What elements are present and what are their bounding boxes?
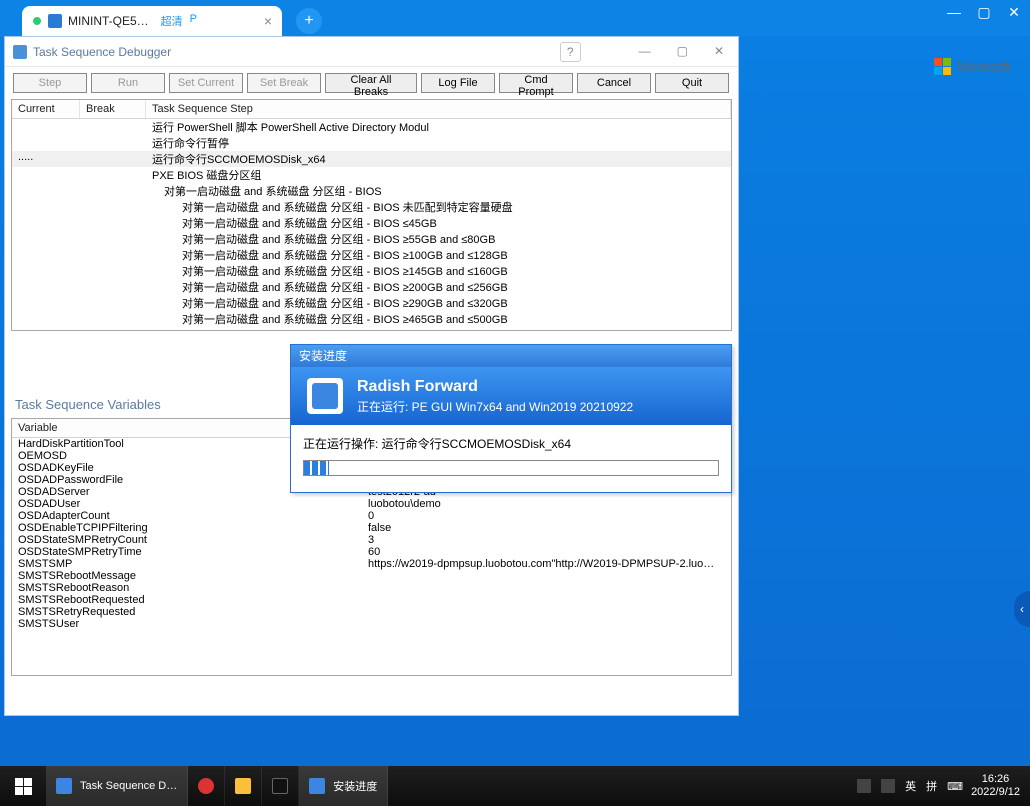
col-current[interactable]: Current — [12, 100, 80, 118]
sequence-row[interactable]: 对第一启动磁盘 and 系统磁盘 分区组 - BIOS ≥465GB and ≤… — [12, 311, 731, 327]
ime-lang[interactable]: 英 — [905, 778, 916, 794]
variable-row[interactable]: SMSTSRebootReason — [12, 582, 731, 594]
sequence-list[interactable]: 运行 PowerShell 脚本 PowerShell Active Direc… — [12, 119, 731, 327]
app-icon — [56, 778, 72, 794]
sequence-row[interactable]: 运行 PowerShell 脚本 PowerShell Active Direc… — [12, 119, 731, 135]
microsoft-logo-icon — [934, 58, 951, 75]
sequence-row[interactable]: 对第一启动磁盘 and 系统磁盘 分区组 - BIOS ≥145GB and ≤… — [12, 263, 731, 279]
taskbar: Task Sequence D… 安装进度 英 拼 ⌨ 16:26 2022/9… — [0, 766, 1030, 806]
variable-row[interactable]: SMSTSRetryRequested — [12, 606, 731, 618]
tab-close-icon[interactable]: × — [264, 13, 272, 29]
browser-tab[interactable]: MININT-QE5… 超清 P × — [22, 6, 282, 36]
quality-badge: 超清 — [161, 13, 183, 29]
tab-title: MININT-QE5… — [68, 14, 149, 28]
favicon — [48, 14, 62, 28]
taskbar-app-label: 安装进度 — [333, 778, 377, 794]
minimize-icon[interactable]: — — [944, 4, 964, 20]
close-icon[interactable]: ✕ — [1004, 4, 1024, 20]
log-file-button[interactable]: Log File — [421, 73, 495, 93]
variable-row[interactable]: SMSTSRebootMessage — [12, 570, 731, 582]
start-button[interactable] — [0, 766, 46, 806]
variable-row[interactable]: OSDAdapterCount0 — [12, 510, 731, 522]
taskbar-app-progress[interactable]: 安装进度 — [299, 766, 388, 806]
windows-logo-icon — [15, 778, 32, 795]
taskbar-app-explorer[interactable] — [225, 766, 262, 806]
sequence-panel: Current Break Task Sequence Step 运行 Powe… — [11, 99, 732, 331]
installer-icon — [309, 778, 325, 794]
help-button[interactable]: ? — [560, 42, 581, 62]
col-step[interactable]: Task Sequence Step — [146, 100, 731, 118]
window-close-icon[interactable]: ✕ — [708, 42, 730, 62]
clear-breaks-button[interactable]: Clear All Breaks — [325, 73, 417, 93]
banner-heading: Radish Forward — [357, 378, 633, 396]
clock-time: 16:26 — [971, 773, 1020, 786]
sequence-row[interactable]: 对第一启动磁盘 and 系统磁盘 分区组 - BIOS ≥100GB and ≤… — [12, 247, 731, 263]
banner-subtitle: 正在运行: PE GUI Win7x64 and Win2019 2021092… — [357, 398, 633, 415]
remote-desktop: Microsoft DiskGenius ToDesk_Lit… 免费版64位 … — [0, 36, 1030, 766]
sequence-row[interactable]: 对第一启动磁盘 and 系统磁盘 分区组 - BIOS 未匹配到特定容量硬盘 — [12, 199, 731, 215]
clock-date: 2022/9/12 — [971, 786, 1020, 799]
side-handle[interactable]: ‹ — [1014, 591, 1030, 627]
variable-row[interactable]: SMSTSMPhttps://w2019-dpmpsup.luobotou.co… — [12, 558, 731, 570]
new-tab-button[interactable]: + — [296, 8, 322, 34]
sequence-row[interactable]: 对第一启动磁盘 and 系统磁盘 分区组 - BIOS — [12, 183, 731, 199]
sequence-row[interactable]: 对第一启动磁盘 and 系统磁盘 分区组 - BIOS ≥55GB and ≤8… — [12, 231, 731, 247]
host-window-controls: — ▢ ✕ — [944, 4, 1024, 20]
debugger-toolbar: Step Run Set Current Set Break Clear All… — [5, 67, 738, 99]
progress-fill — [304, 461, 329, 475]
tray-icon-1[interactable] — [857, 779, 871, 793]
variable-row[interactable]: OSDStateSMPRetryCount3 — [12, 534, 731, 546]
folder-icon — [235, 778, 251, 794]
tray-icon-2[interactable] — [881, 779, 895, 793]
set-current-button[interactable]: Set Current — [169, 73, 243, 93]
dialog-banner: Radish Forward 正在运行: PE GUI Win7x64 and … — [291, 367, 731, 425]
taskbar-app-power[interactable] — [188, 766, 225, 806]
sequence-row[interactable]: 运行命令行暂停 — [12, 135, 731, 151]
taskbar-app-label: Task Sequence D… — [80, 780, 177, 792]
step-button[interactable]: Step — [13, 73, 87, 93]
variable-row[interactable]: SMSTSUser — [12, 618, 731, 630]
cancel-button[interactable]: Cancel — [577, 73, 651, 93]
set-break-button[interactable]: Set Break — [247, 73, 321, 93]
debugger-title: Task Sequence Debugger — [33, 45, 171, 59]
power-icon — [198, 778, 214, 794]
microsoft-watermark: Microsoft — [934, 58, 1010, 75]
debugger-titlebar[interactable]: Task Sequence Debugger ? — ▢ ✕ — [5, 37, 738, 67]
sequence-row[interactable]: 对第一启动磁盘 and 系统磁盘 分区组 - BIOS ≥290GB and ≤… — [12, 295, 731, 311]
window-minimize-icon[interactable]: — — [633, 42, 657, 62]
ime-mode[interactable]: 拼 — [926, 778, 937, 794]
sequence-row[interactable]: .....运行命令行SCCMOEMOSDisk_x64 — [12, 151, 731, 167]
browser-tabbar: MININT-QE5… 超清 P × + — ▢ ✕ — [0, 0, 1030, 36]
variable-row[interactable]: OSDStateSMPRetryTime60 — [12, 546, 731, 558]
p-badge: P — [187, 13, 200, 29]
ime-keyboard-icon[interactable]: ⌨ — [947, 780, 961, 793]
sequence-row[interactable]: PXE BIOS 磁盘分区组 — [12, 167, 731, 183]
taskbar-app-terminal[interactable] — [262, 766, 299, 806]
terminal-icon — [272, 778, 288, 794]
col-break[interactable]: Break — [80, 100, 146, 118]
variable-row[interactable]: OSDEnableTCPIPFilteringfalse — [12, 522, 731, 534]
progress-bar — [303, 460, 719, 476]
microsoft-label: Microsoft — [957, 59, 1010, 74]
variable-row[interactable]: OSDADUserluobotou\demo — [12, 498, 731, 510]
taskbar-clock[interactable]: 16:26 2022/9/12 — [971, 773, 1020, 799]
run-button[interactable]: Run — [91, 73, 165, 93]
sequence-row[interactable]: 对第一启动磁盘 and 系统磁盘 分区组 - BIOS ≥200GB and ≤… — [12, 279, 731, 295]
window-maximize-icon[interactable]: ▢ — [671, 42, 694, 62]
debugger-app-icon — [13, 45, 27, 59]
cmd-prompt-button[interactable]: Cmd Prompt — [499, 73, 573, 93]
current-operation-text: 正在运行操作: 运行命令行SCCMOEMOSDisk_x64 — [303, 435, 719, 452]
install-progress-dialog: 安装进度 Radish Forward 正在运行: PE GUI Win7x64… — [290, 344, 732, 493]
taskbar-app-debugger[interactable]: Task Sequence D… — [46, 766, 188, 806]
variable-row[interactable]: SMSTSRebootRequested — [12, 594, 731, 606]
quit-button[interactable]: Quit — [655, 73, 729, 93]
maximize-icon[interactable]: ▢ — [974, 4, 994, 20]
sequence-row[interactable]: 对第一启动磁盘 and 系统磁盘 分区组 - BIOS ≤45GB — [12, 215, 731, 231]
installer-icon — [307, 378, 343, 414]
dialog-titlebar[interactable]: 安装进度 — [291, 345, 731, 367]
connection-status-dot — [32, 16, 42, 26]
system-tray: 英 拼 ⌨ 16:26 2022/9/12 — [857, 773, 1030, 799]
